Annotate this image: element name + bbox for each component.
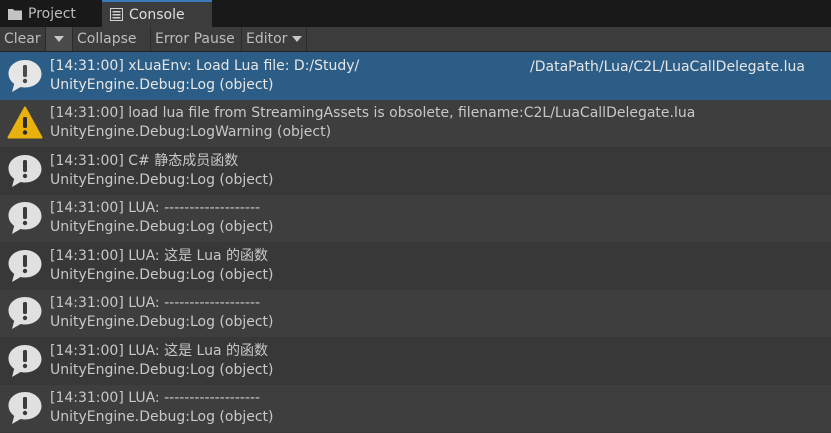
log-entry-stack: UnityEngine.Debug:Log (object)	[50, 361, 274, 378]
log-entry-stack: UnityEngine.Debug:Log (object)	[50, 171, 274, 188]
log-entry-text: [14:31:00] LUA: ------------------- Unit…	[50, 389, 274, 427]
log-entry-stack: UnityEngine.Debug:Log (object)	[50, 314, 274, 331]
log-entry-message: [14:31:00] C# 静态成员函数	[50, 152, 239, 169]
log-entry-stack: UnityEngine.Debug:Log (object)	[50, 266, 274, 283]
log-entry-text: [14:31:00] LUA: ------------------- Unit…	[50, 294, 274, 332]
tab-project[interactable]: Project	[0, 0, 102, 27]
clear-button[interactable]: Clear	[0, 27, 46, 51]
log-entry-message: [14:31:00] xLuaEnv: Load Lua file: D:/St…	[50, 57, 360, 74]
log-entry[interactable]: [14:31:00] C# 静态成员函数 UnityEngine.Debug:L…	[0, 147, 831, 195]
warning-icon	[0, 106, 50, 140]
log-entry-stack: UnityEngine.Debug:Log (object)	[50, 76, 274, 93]
log-entry-message: [14:31:00] LUA: -------------------	[50, 390, 261, 407]
log-list: [14:31:00] xLuaEnv: Load Lua file: D:/St…	[0, 52, 831, 432]
log-entry-message: [14:31:00] LUA: 这是 Lua 的函数	[50, 247, 269, 264]
tab-console[interactable]: Console	[102, 0, 212, 27]
log-entry-message: [14:31:00] LUA: -------------------	[50, 200, 261, 217]
console-toolbar: Clear Collapse Error Pause Editor	[0, 27, 831, 52]
log-entry[interactable]: [14:31:00] LUA: ------------------- Unit…	[0, 194, 831, 242]
chevron-down-icon	[292, 36, 303, 42]
log-entry-stack: UnityEngine.Debug:Log (object)	[50, 409, 274, 426]
log-entry-message: [14:31:00] LUA: -------------------	[50, 295, 261, 312]
log-entry-text: [14:31:00] load lua file from StreamingA…	[50, 104, 695, 142]
log-entry[interactable]: [14:31:00] LUA: ------------------- Unit…	[0, 289, 831, 337]
info-icon	[0, 391, 50, 425]
log-entry-stack: UnityEngine.Debug:Log (object)	[50, 219, 274, 236]
log-entry-text: [14:31:00] C# 静态成员函数 UnityEngine.Debug:L…	[50, 152, 274, 190]
tab-project-label: Project	[28, 5, 76, 22]
tab-console-label: Console	[129, 6, 185, 23]
log-entry-text: [14:31:00] xLuaEnv: Load Lua file: D:/St…	[50, 57, 359, 95]
info-icon	[0, 344, 50, 378]
chevron-down-icon	[54, 36, 64, 42]
tab-bar: Project Console	[0, 0, 831, 27]
log-entry[interactable]: [14:31:00] load lua file from StreamingA…	[0, 99, 831, 147]
log-entry[interactable]: [14:31:00] xLuaEnv: Load Lua file: D:/St…	[0, 52, 831, 100]
log-entry-path: /DataPath/Lua/C2L/LuaCallDelegate.lua	[530, 59, 805, 75]
editor-dropdown-label: Editor	[246, 31, 288, 47]
info-icon	[0, 201, 50, 235]
log-entry-stack: UnityEngine.Debug:LogWarning (object)	[50, 124, 332, 141]
info-icon	[0, 296, 50, 330]
folder-icon	[8, 8, 22, 20]
clear-options-dropdown[interactable]	[46, 27, 73, 51]
info-icon	[0, 154, 50, 188]
error-pause-toggle[interactable]: Error Pause	[151, 27, 242, 51]
editor-dropdown[interactable]: Editor	[242, 27, 307, 51]
log-entry-message: [14:31:00] LUA: 这是 Lua 的函数	[50, 342, 269, 359]
console-icon	[110, 8, 123, 21]
info-icon	[0, 59, 50, 93]
collapse-toggle[interactable]: Collapse	[73, 27, 151, 51]
log-entry-text: [14:31:00] LUA: 这是 Lua 的函数 UnityEngine.D…	[50, 247, 274, 285]
log-entry-text: [14:31:00] LUA: 这是 Lua 的函数 UnityEngine.D…	[50, 342, 274, 380]
log-entry[interactable]: [14:31:00] LUA: 这是 Lua 的函数 UnityEngine.D…	[0, 337, 831, 385]
log-entry-text: [14:31:00] LUA: ------------------- Unit…	[50, 199, 274, 237]
log-entry-message: [14:31:00] load lua file from StreamingA…	[50, 105, 696, 122]
info-icon	[0, 249, 50, 283]
log-entry[interactable]: [14:31:00] LUA: ------------------- Unit…	[0, 384, 831, 432]
log-entry[interactable]: [14:31:00] LUA: 这是 Lua 的函数 UnityEngine.D…	[0, 242, 831, 290]
